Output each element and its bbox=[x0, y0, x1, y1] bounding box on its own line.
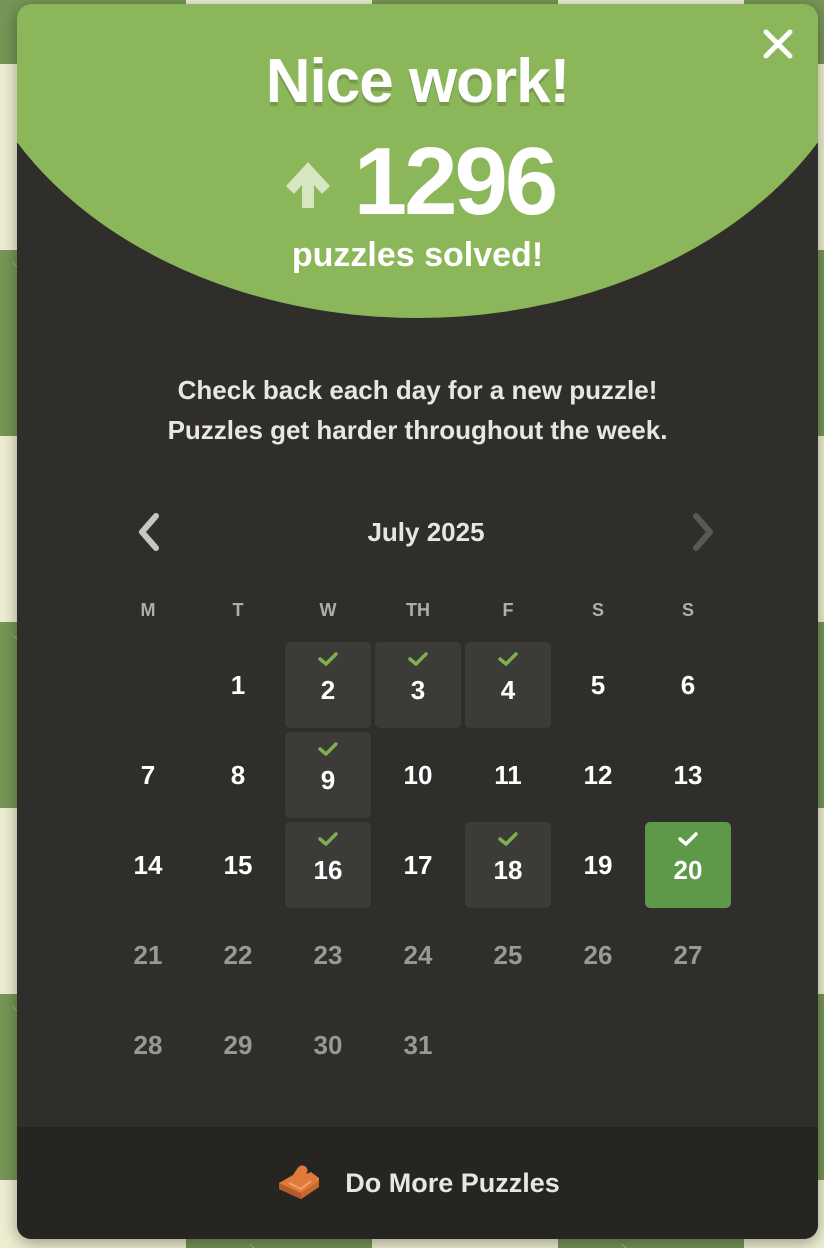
calendar-day-25: 25 bbox=[463, 910, 553, 1000]
calendar-day-number: 13 bbox=[673, 759, 703, 790]
calendar-day-27: 27 bbox=[643, 910, 733, 1000]
weekday-label: S bbox=[591, 600, 604, 620]
checkmark-icon bbox=[408, 652, 428, 666]
chevron-left-icon bbox=[139, 513, 159, 551]
checkmark-icon bbox=[498, 652, 518, 666]
calendar-day-number: 31 bbox=[403, 1029, 433, 1060]
weekday-label: F bbox=[502, 600, 514, 620]
calendar-day-number: 25 bbox=[493, 939, 523, 970]
weekday-label: W bbox=[319, 600, 337, 620]
calendar-blank-cell bbox=[103, 640, 193, 730]
calendar-day-number: 19 bbox=[583, 849, 613, 880]
calendar-day-number: 23 bbox=[313, 939, 343, 970]
solved-count-row: 1296 bbox=[17, 132, 818, 232]
calendar-day-number: 7 bbox=[140, 759, 156, 790]
calendar-day-14[interactable]: 14 bbox=[103, 820, 193, 910]
calendar-day-number: 10 bbox=[403, 759, 433, 790]
calendar-day-number: 20 bbox=[673, 854, 703, 885]
calendar-day-26: 26 bbox=[553, 910, 643, 1000]
puzzle-piece-icon bbox=[279, 1165, 320, 1199]
calendar-day-number: 14 bbox=[133, 849, 163, 880]
info-message: Check back each day for a new puzzle! Pu… bbox=[17, 370, 818, 450]
calendar-header: July 2025 bbox=[127, 510, 725, 554]
weekday-label: S bbox=[681, 600, 694, 620]
calendar-day-number: 6 bbox=[680, 669, 696, 700]
calendar-day-11[interactable]: 11 bbox=[463, 730, 553, 820]
calendar-day-9[interactable]: 9 bbox=[283, 730, 373, 820]
previous-month-button[interactable] bbox=[127, 510, 171, 554]
calendar-day-number: 11 bbox=[494, 759, 522, 790]
calendar-day-number: 4 bbox=[500, 674, 516, 705]
calendar-day-17[interactable]: 17 bbox=[373, 820, 463, 910]
calendar-day-22: 22 bbox=[193, 910, 283, 1000]
calendar-day-number: 12 bbox=[583, 759, 613, 790]
calendar-day-number: 2 bbox=[320, 674, 336, 705]
calendar-day-12[interactable]: 12 bbox=[553, 730, 643, 820]
solved-count: 1296 bbox=[353, 128, 559, 235]
calendar-day-5[interactable]: 5 bbox=[553, 640, 643, 730]
calendar-day-21: 21 bbox=[103, 910, 193, 1000]
info-message-line-2: Puzzles get harder throughout the week. bbox=[167, 415, 668, 445]
calendar-day-number: 18 bbox=[493, 854, 523, 885]
calendar-day-2[interactable]: 2 bbox=[283, 640, 373, 730]
calendar-day-1[interactable]: 1 bbox=[193, 640, 283, 730]
do-more-puzzles-button[interactable]: Do More Puzzles bbox=[17, 1127, 818, 1239]
calendar-day-23: 23 bbox=[283, 910, 373, 1000]
calendar-day-number: 29 bbox=[223, 1029, 253, 1060]
info-message-line-1: Check back each day for a new puzzle! bbox=[177, 375, 658, 405]
solved-count-label: puzzles solved! bbox=[291, 236, 544, 274]
calendar-day-18[interactable]: 18 bbox=[463, 820, 553, 910]
modal-title: Nice work! bbox=[265, 47, 571, 116]
checkmark-icon bbox=[318, 652, 338, 666]
chevron-right-icon bbox=[693, 513, 713, 551]
checkmark-icon bbox=[318, 742, 338, 756]
calendar-day-29: 29 bbox=[193, 1000, 283, 1090]
calendar-day-number: 26 bbox=[583, 939, 613, 970]
calendar-day-number: 8 bbox=[230, 759, 246, 790]
calendar-day-16[interactable]: 16 bbox=[283, 820, 373, 910]
next-month-button[interactable] bbox=[681, 510, 725, 554]
calendar-day-20[interactable]: 20 bbox=[643, 820, 733, 910]
weekday-label: M bbox=[140, 600, 156, 620]
calendar-month-label: July 2025 bbox=[367, 516, 485, 547]
calendar-day-3[interactable]: 3 bbox=[373, 640, 463, 730]
calendar-day-number: 16 bbox=[313, 854, 343, 885]
calendar-day-number: 5 bbox=[590, 669, 606, 700]
calendar-day-number: 30 bbox=[313, 1029, 343, 1060]
weekday-header: M T W TH F S S bbox=[103, 600, 731, 630]
calendar-day-6[interactable]: 6 bbox=[643, 640, 733, 730]
calendar-day-7[interactable]: 7 bbox=[103, 730, 193, 820]
calendar-day-number: 9 bbox=[320, 764, 336, 795]
calendar-day-28: 28 bbox=[103, 1000, 193, 1090]
do-more-puzzles-label: Do More Puzzles bbox=[345, 1167, 560, 1198]
calendar-day-number: 21 bbox=[133, 939, 163, 970]
calendar-day-19[interactable]: 19 bbox=[553, 820, 643, 910]
calendar-day-4[interactable]: 4 bbox=[463, 640, 553, 730]
calendar-day-31: 31 bbox=[373, 1000, 463, 1090]
weekday-label: TH bbox=[406, 600, 430, 620]
arrow-up-icon bbox=[285, 162, 330, 208]
calendar-day-number: 24 bbox=[403, 939, 433, 970]
checkmark-icon bbox=[678, 832, 698, 846]
calendar-day-number: 28 bbox=[133, 1029, 163, 1060]
calendar-day-number: 27 bbox=[673, 939, 703, 970]
calendar-day-13[interactable]: 13 bbox=[643, 730, 733, 820]
calendar-day-30: 30 bbox=[283, 1000, 373, 1090]
calendar-day-10[interactable]: 10 bbox=[373, 730, 463, 820]
calendar-day-24: 24 bbox=[373, 910, 463, 1000]
calendar-day-number: 22 bbox=[223, 939, 253, 970]
weekday-label: T bbox=[232, 600, 244, 620]
calendar-day-number: 15 bbox=[223, 849, 253, 880]
calendar-day-number: 1 bbox=[230, 669, 246, 700]
calendar-day-number: 3 bbox=[410, 674, 426, 705]
calendar-day-8[interactable]: 8 bbox=[193, 730, 283, 820]
checkmark-icon bbox=[498, 832, 518, 846]
puzzle-complete-modal: Nice work! 1296 puzzles solved! Check ba… bbox=[17, 4, 818, 1239]
checkmark-icon bbox=[318, 832, 338, 846]
calendar-grid: 1 2 3 4 5 6 7 8 9 10 11 12 13 14 15 16 17 18 19 20 21 22 23 24 2… bbox=[103, 640, 733, 1090]
calendar-day-number: 17 bbox=[403, 849, 433, 880]
calendar-day-15[interactable]: 15 bbox=[193, 820, 283, 910]
